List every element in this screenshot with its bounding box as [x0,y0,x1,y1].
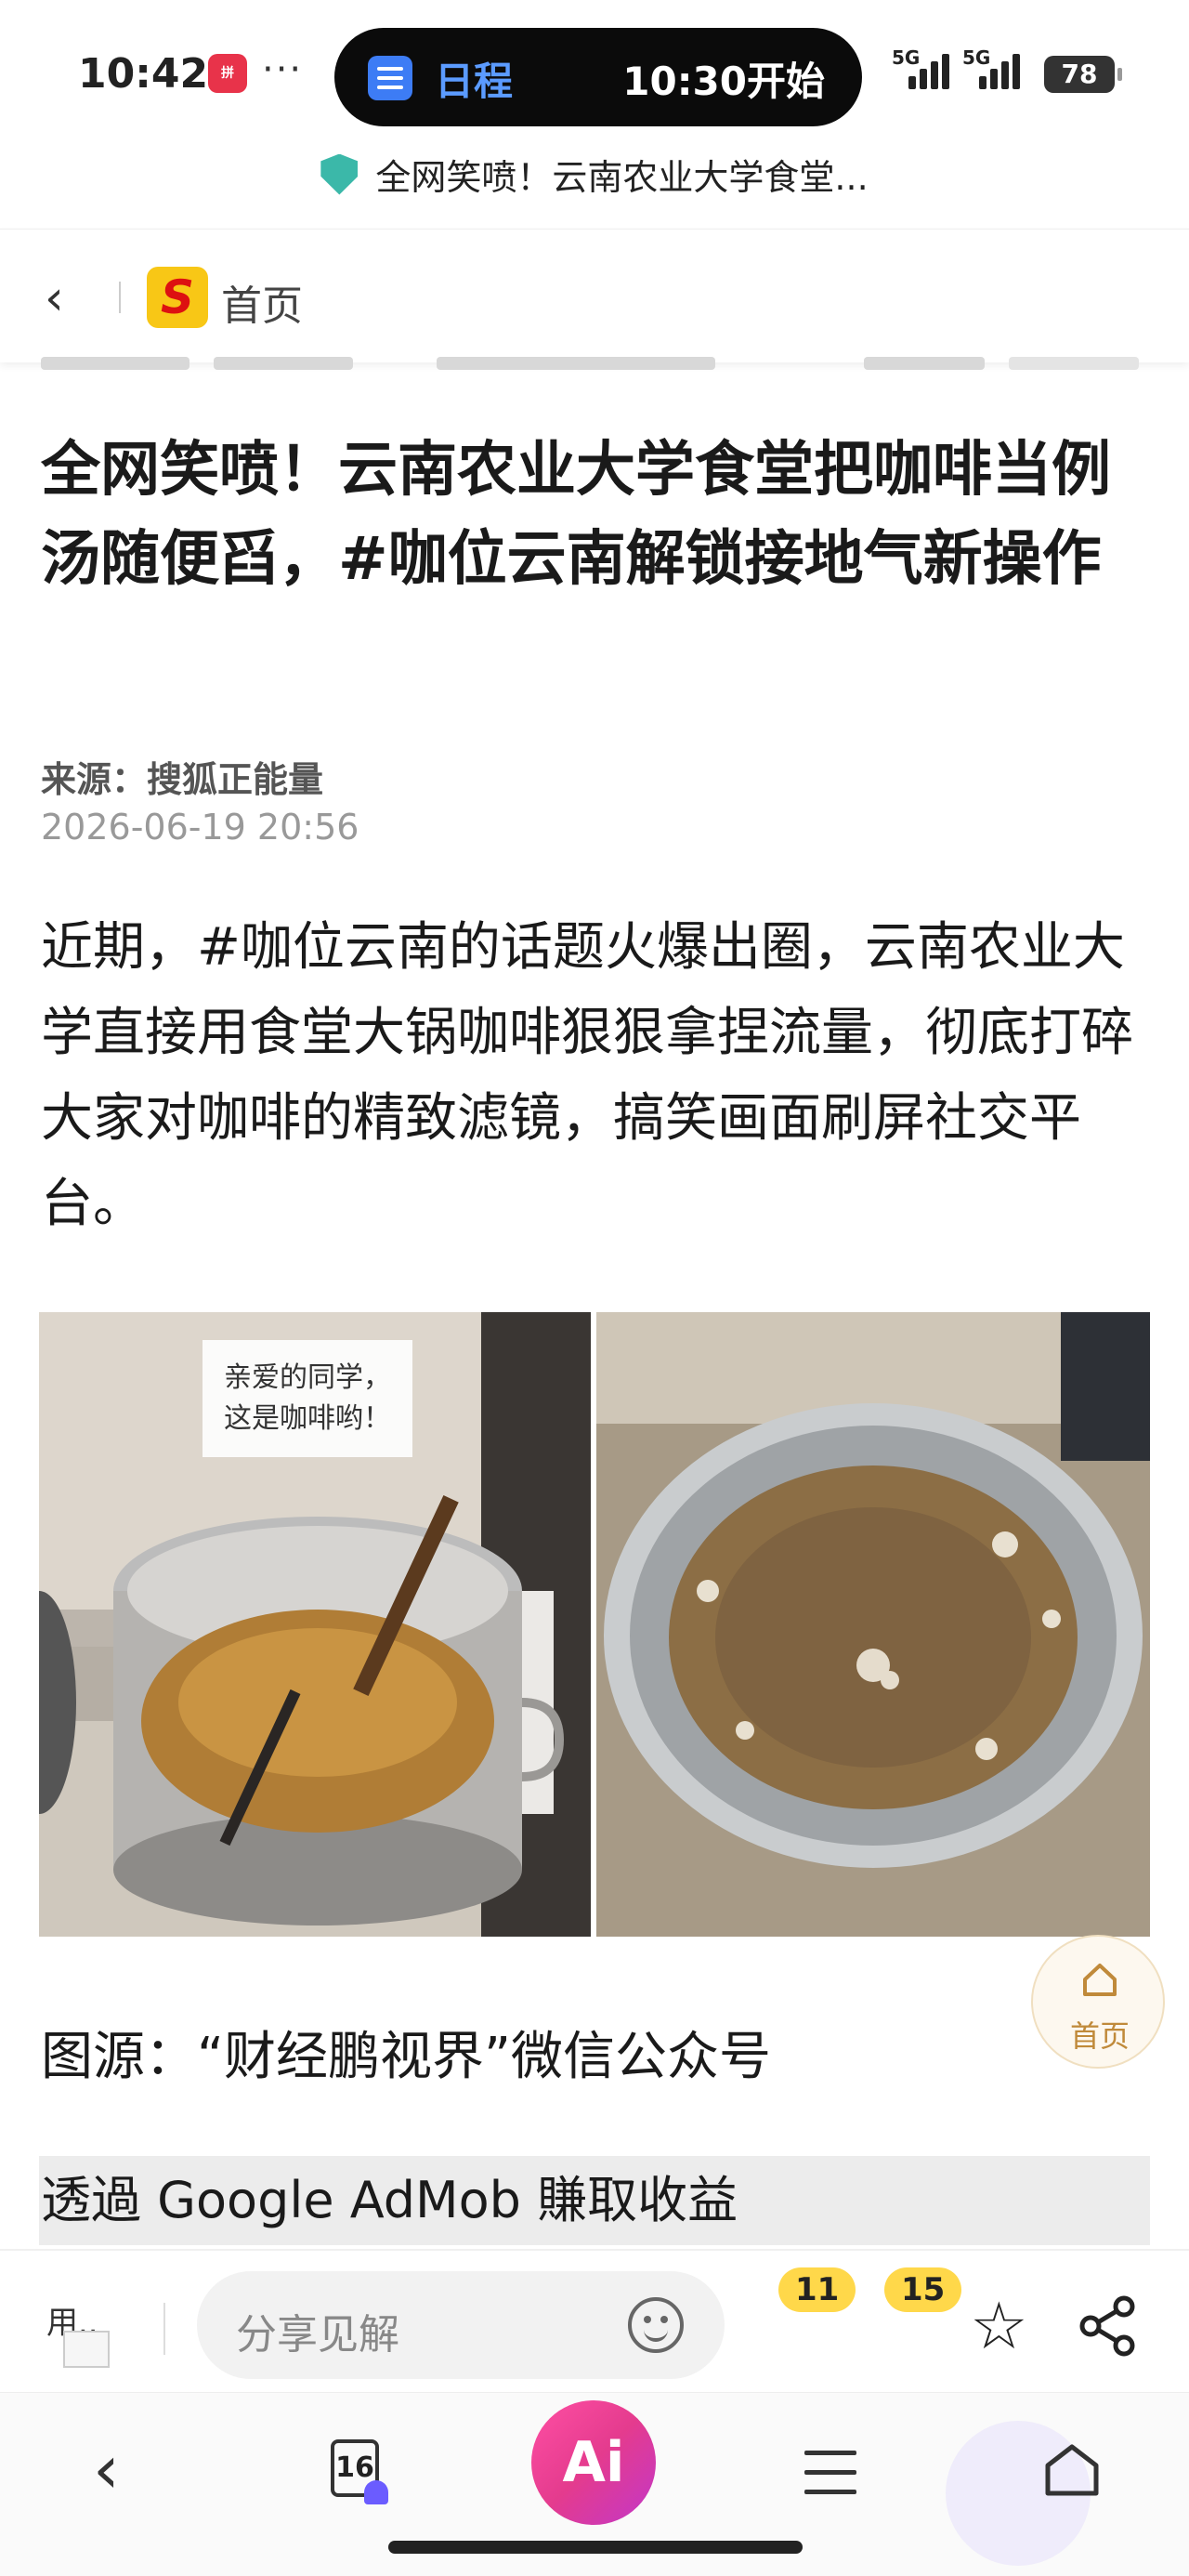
site-header: ‹ S 首页 [0,229,1189,362]
signal-icon-2: 5G [962,46,1029,93]
ad-banner[interactable]: 透過 Google AdMob 賺取收益 [39,2156,1150,2245]
home-indicator[interactable] [388,2541,803,2554]
divider [163,2303,165,2355]
comment-input[interactable]: 分享见解 [197,2271,725,2379]
floating-home-button[interactable]: 首页 [1031,1935,1165,2069]
ai-assistant-button[interactable]: Ai [531,2400,656,2525]
comment-placeholder: 分享见解 [236,2311,399,2359]
article-source[interactable]: 来源：搜狐正能量 [41,751,323,802]
signal-label-2: 5G [962,46,991,69]
back-arrow-icon[interactable]: ‹ [93,2430,120,2508]
status-bar: 10:42 拼 ··· 日程 10:30开始 5G 5G 78 全网笑喷！云南农… [0,0,1189,198]
divider [119,282,121,313]
battery-icon: 78 [1044,56,1122,93]
island-time: 10:30开始 [622,59,825,104]
calendar-icon [368,56,412,100]
comment-count-badge[interactable]: 11 [778,2267,856,2312]
clipped-content [0,349,1189,377]
article-image[interactable]: 亲爱的同学， 这是咖啡哟！ [39,1312,1150,1937]
article-date: 2026-06-19 20:56 [41,807,359,848]
image-caption: 图源：“财经鹏视界”微信公众号 [41,2027,772,2087]
comment-bar: 用.. 分享见解 11 15 ☆ [0,2249,1189,2392]
star-icon[interactable]: ☆ [970,2293,1028,2359]
sign-text-line1: 亲爱的同学， [224,1362,391,1393]
page-url-bar[interactable]: 全网笑喷！云南农业大学食堂... [0,149,1189,216]
menu-icon[interactable] [804,2451,856,2509]
page-title-url: 全网笑喷！云南农业大学食堂... [375,157,869,198]
status-time: 10:42 [78,50,209,98]
article-paragraph: 近期，#咖位云南的话题火爆出圈，云南农业大学直接用食堂大锅咖啡狠狠拿捏流量，彻底… [41,917,1133,1234]
emoji-icon[interactable] [628,2297,684,2353]
floating-home-label: 首页 [1069,2018,1130,2054]
signal-icon: 5G [892,46,959,93]
sohu-logo[interactable]: S [147,267,208,328]
avatar[interactable]: 用.. [46,2297,121,2372]
tabs-button[interactable]: 16 [331,2439,388,2504]
like-count-badge[interactable]: 15 [884,2267,962,2312]
home-icon[interactable] [1042,2439,1102,2499]
island-label: 日程 [435,59,514,104]
tab-count: 16 [335,2451,374,2484]
article-title: 全网笑喷！云南农业大学食堂把咖啡当例汤随便舀，#咖位云南解锁接地气新操作 [41,436,1111,594]
image-placeholder-icon [63,2331,110,2368]
sign-text-line2: 这是咖啡哟！ [224,1403,391,1434]
app-notification-icon: 拼 [208,54,247,93]
shield-icon [320,153,359,195]
incognito-ghost-icon [364,2480,388,2504]
chevron-left-icon[interactable]: ‹ [45,270,64,326]
more-notifications-icon: ··· [262,48,304,91]
signal-label: 5G [892,46,921,69]
share-icon[interactable] [1078,2295,1139,2357]
home-link[interactable]: 首页 [221,272,303,332]
dynamic-island[interactable]: 日程 10:30开始 [334,28,862,126]
home-icon [1083,1964,1117,1996]
